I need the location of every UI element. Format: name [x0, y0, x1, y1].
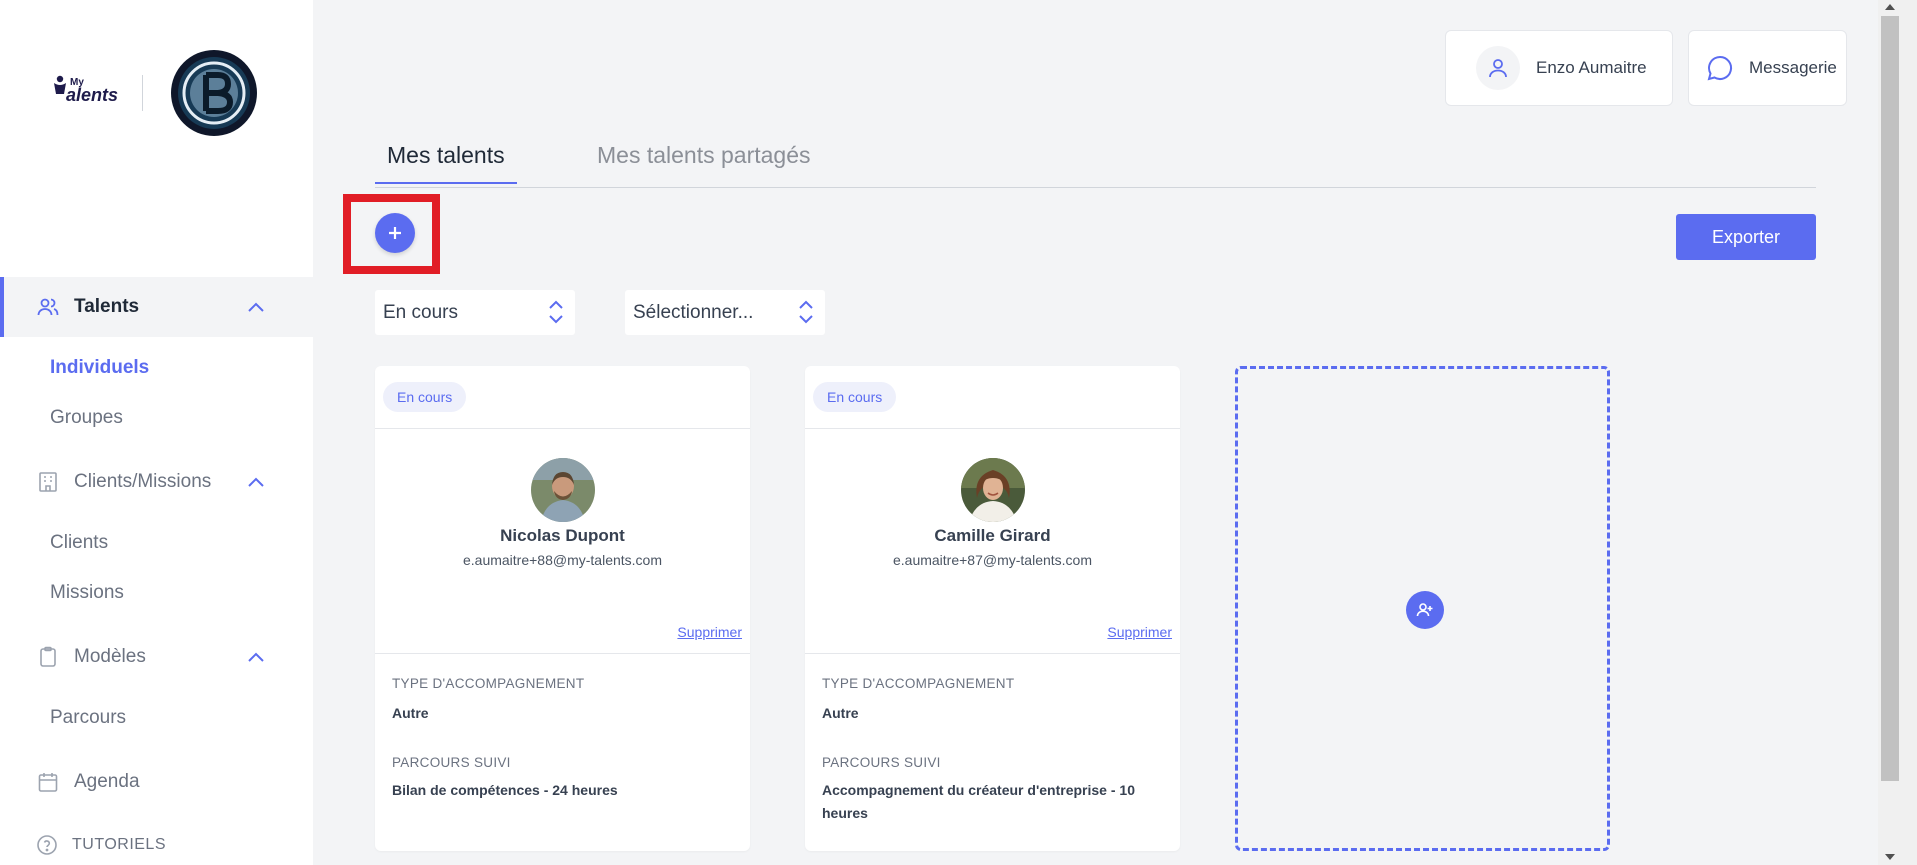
brand-logos: My alents	[50, 50, 257, 136]
nav-agenda-label: Agenda	[74, 771, 140, 792]
chevron-up-icon[interactable]	[246, 297, 266, 317]
user-icon	[1489, 59, 1507, 78]
nav-modeles-label: Modèles	[74, 646, 146, 667]
select-arrows-icon	[549, 300, 563, 324]
status-badge: En cours	[813, 382, 897, 412]
b-emblem-icon	[178, 57, 250, 129]
add-user-button[interactable]	[1406, 591, 1444, 629]
scroll-up-icon[interactable]	[1882, 0, 1898, 14]
nav-tutoriels-label: TUTORIELS	[72, 836, 166, 853]
nav-modeles[interactable]: Modèles	[0, 627, 313, 687]
filter-select-placeholder: Sélectionner...	[633, 301, 754, 323]
nav-talents-label: Talents	[74, 296, 140, 317]
clipboard-icon	[36, 645, 60, 669]
talent-name: Nicolas Dupont	[500, 526, 625, 545]
organization-logo	[171, 50, 257, 136]
select-arrows-icon	[799, 300, 813, 324]
avatar	[961, 458, 1025, 522]
messaging-button[interactable]: Messagerie	[1688, 30, 1847, 106]
talent-card[interactable]: En cours Nicolas Dupont e.aumaitre+88@my…	[375, 366, 750, 851]
user-avatar	[1476, 46, 1520, 90]
chat-bubble-icon	[1705, 53, 1735, 83]
parcours-label: PARCOURS SUIVI	[822, 755, 941, 770]
add-talent-card[interactable]	[1235, 366, 1610, 851]
type-label: TYPE D'ACCOMPAGNEMENT	[822, 676, 1015, 691]
logo-name-text: alents	[66, 85, 119, 105]
divider	[805, 653, 1180, 654]
user-plus-icon	[1416, 603, 1433, 617]
tab-mes-talents[interactable]: Mes talents	[375, 142, 517, 184]
parcours-label: PARCOURS SUIVI	[392, 755, 511, 770]
divider	[375, 428, 750, 429]
nav-tutoriels[interactable]: TUTORIELS	[36, 834, 166, 856]
status-badge: En cours	[383, 382, 467, 412]
parcours-value: Accompagnement du créateur d'entreprise …	[822, 782, 1135, 821]
scrollbar-thumb[interactable]	[1881, 16, 1899, 781]
talent-card[interactable]: En cours Camille Girard e.aumaitre+87@my…	[805, 366, 1180, 851]
nav-agenda[interactable]: Agenda	[0, 752, 313, 812]
type-value: Autre	[822, 705, 859, 721]
export-button[interactable]: Exporter	[1676, 214, 1816, 260]
scroll-down-icon[interactable]	[1882, 850, 1898, 864]
type-label: TYPE D'ACCOMPAGNEMENT	[392, 676, 585, 691]
nav-clients-missions-label: Clients/Missions	[74, 471, 212, 492]
nav-parcours[interactable]: Parcours	[50, 707, 126, 729]
avatar	[531, 458, 595, 522]
talent-email: e.aumaitre+88@my-talents.com	[462, 552, 662, 568]
sidebar: My alents Talents Individuels Groupes Cl…	[0, 0, 313, 865]
user-name: Enzo Aumaitre	[1536, 58, 1647, 77]
status-select[interactable]: En cours	[375, 290, 575, 335]
nav-talents[interactable]: Talents	[0, 277, 313, 337]
talent-email: e.aumaitre+87@my-talents.com	[892, 552, 1092, 568]
talent-name: Camille Girard	[934, 526, 1051, 545]
status-select-value: En cours	[383, 301, 458, 323]
nav-missions[interactable]: Missions	[50, 582, 124, 604]
nav-clients[interactable]: Clients	[50, 532, 108, 554]
plus-icon	[389, 227, 401, 239]
delete-link[interactable]: Supprimer	[1107, 624, 1172, 640]
type-value: Autre	[392, 705, 429, 721]
building-icon	[36, 470, 60, 494]
chevron-up-icon[interactable]	[246, 647, 266, 667]
chevron-up-icon[interactable]	[246, 472, 266, 492]
calendar-icon	[36, 770, 60, 794]
users-icon	[36, 295, 60, 319]
parcours-value: Bilan de compétences - 24 heures	[392, 782, 618, 798]
add-talent-button[interactable]	[375, 213, 415, 253]
messaging-label: Messagerie	[1749, 58, 1837, 77]
delete-link[interactable]: Supprimer	[677, 624, 742, 640]
help-circle-icon	[37, 835, 57, 855]
filter-select[interactable]: Sélectionner...	[625, 290, 825, 335]
nav-clients-missions[interactable]: Clients/Missions	[0, 452, 313, 512]
my-talents-logo[interactable]: My alents	[50, 75, 124, 111]
talent-tabs: Mes talents Mes talents partagés	[375, 140, 1816, 188]
logo-divider	[142, 75, 143, 111]
nav-groupes[interactable]: Groupes	[50, 407, 123, 429]
nav-individuels[interactable]: Individuels	[50, 357, 149, 379]
divider	[375, 653, 750, 654]
tab-mes-talents-partages[interactable]: Mes talents partagés	[597, 142, 811, 183]
divider	[805, 428, 1180, 429]
user-profile-button[interactable]: Enzo Aumaitre	[1445, 30, 1673, 106]
